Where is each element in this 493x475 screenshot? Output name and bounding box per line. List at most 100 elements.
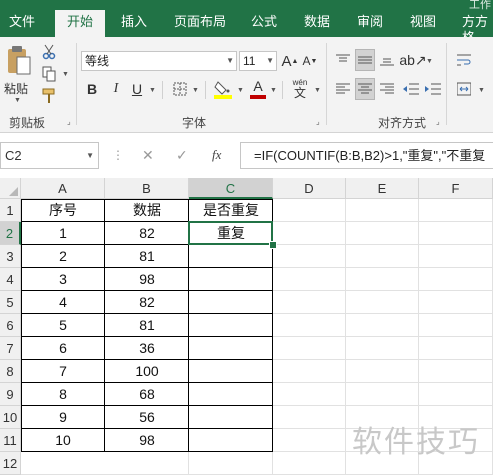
top-align-icon[interactable]: [334, 51, 352, 69]
row-header-12[interactable]: 12: [0, 452, 21, 475]
table-cell[interactable]: 68: [105, 383, 189, 406]
column-header-f[interactable]: F: [419, 178, 493, 199]
row-header-11[interactable]: 11: [0, 429, 21, 452]
clipboard-launcher-icon[interactable]: ⌟: [67, 118, 75, 126]
copy-icon[interactable]: [40, 65, 58, 83]
tab-review[interactable]: 审阅: [357, 14, 383, 30]
table-cell[interactable]: 100: [105, 360, 189, 383]
table-cell[interactable]: 98: [105, 268, 189, 291]
paste-icon[interactable]: [4, 43, 34, 79]
align-right-icon[interactable]: [378, 80, 396, 98]
cut-icon[interactable]: [40, 43, 58, 61]
tab-home[interactable]: 开始: [55, 10, 106, 37]
table-cell[interactable]: 36: [105, 337, 189, 360]
font-color-dropdown-icon[interactable]: ▼: [270, 87, 277, 94]
font-size-select[interactable]: 11 ▼: [239, 51, 277, 71]
underline-dropdown-icon[interactable]: ▼: [149, 87, 156, 94]
insert-function-icon[interactable]: fx: [212, 147, 221, 163]
align-left-icon[interactable]: [334, 80, 352, 98]
tab-page-layout[interactable]: 页面布局: [174, 14, 226, 30]
header-cell[interactable]: 是否重复: [189, 199, 273, 222]
italic-button[interactable]: I: [108, 80, 124, 98]
enter-icon[interactable]: ✓: [176, 147, 188, 164]
tab-file[interactable]: 文件: [9, 14, 35, 30]
column-header-a[interactable]: A: [21, 178, 105, 199]
bold-button[interactable]: B: [84, 80, 100, 98]
header-cell[interactable]: 数据: [105, 199, 189, 222]
table-cell[interactable]: [189, 268, 273, 291]
column-header-c[interactable]: C: [189, 178, 273, 199]
shrink-font-icon[interactable]: A ▼: [302, 51, 318, 71]
fill-color-dropdown-icon[interactable]: ▼: [237, 87, 244, 94]
merge-center-icon[interactable]: [455, 80, 473, 98]
row-header-5[interactable]: 5: [0, 291, 21, 314]
column-header-d[interactable]: D: [273, 178, 346, 199]
row-header-1[interactable]: 1: [0, 199, 21, 222]
font-launcher-icon[interactable]: ⌟: [316, 118, 324, 126]
table-cell[interactable]: 6: [21, 337, 105, 360]
orientation-dropdown-icon[interactable]: ▼: [426, 58, 433, 65]
table-cell[interactable]: [189, 337, 273, 360]
row-header-10[interactable]: 10: [0, 406, 21, 429]
row-header-4[interactable]: 4: [0, 268, 21, 291]
decrease-indent-icon[interactable]: [402, 80, 420, 98]
tab-view[interactable]: 视图: [410, 14, 436, 30]
merge-dropdown-icon[interactable]: ▼: [478, 87, 485, 94]
row-header-3[interactable]: 3: [0, 245, 21, 268]
table-cell[interactable]: 7: [21, 360, 105, 383]
header-cell[interactable]: 序号: [21, 199, 105, 222]
name-box[interactable]: C2 ▼: [0, 142, 99, 169]
font-color-icon[interactable]: A: [249, 78, 267, 100]
increase-indent-icon[interactable]: [424, 80, 442, 98]
phonetic-guide-icon[interactable]: wén 文: [289, 77, 311, 101]
borders-dropdown-icon[interactable]: ▼: [192, 87, 199, 94]
tab-data[interactable]: 数据: [304, 14, 330, 30]
table-cell[interactable]: 98: [105, 429, 189, 452]
table-cell[interactable]: 10: [21, 429, 105, 452]
alignment-launcher-icon[interactable]: ⌟: [436, 118, 444, 126]
select-all-button[interactable]: [0, 178, 21, 199]
table-cell[interactable]: 56: [105, 406, 189, 429]
table-cell[interactable]: 9: [21, 406, 105, 429]
cancel-icon[interactable]: ✕: [142, 147, 154, 164]
format-painter-icon[interactable]: [40, 87, 58, 105]
paste-dropdown-icon[interactable]: ▼: [14, 97, 21, 104]
wrap-text-icon[interactable]: [455, 51, 473, 69]
font-name-select[interactable]: 等线 ▼: [81, 51, 237, 71]
paste-label[interactable]: 粘贴: [4, 80, 28, 97]
table-cell[interactable]: [189, 406, 273, 429]
copy-dropdown-icon[interactable]: ▼: [62, 71, 69, 78]
orientation-icon[interactable]: ab↗: [399, 49, 426, 71]
formula-input[interactable]: =IF(COUNTIF(B:B,B2)>1,"重复","不重复: [240, 142, 493, 169]
column-header-b[interactable]: B: [105, 178, 189, 199]
table-cell[interactable]: [189, 360, 273, 383]
table-cell[interactable]: 3: [21, 268, 105, 291]
fill-handle[interactable]: [269, 241, 277, 249]
column-header-e[interactable]: E: [346, 178, 419, 199]
table-cell[interactable]: 82: [105, 291, 189, 314]
row-header-2[interactable]: 2: [0, 222, 21, 245]
table-cell[interactable]: 1: [21, 222, 105, 245]
table-cell[interactable]: 81: [105, 314, 189, 337]
table-cell[interactable]: 82: [105, 222, 189, 245]
phonetic-dropdown-icon[interactable]: ▼: [314, 87, 321, 94]
fill-color-icon[interactable]: [213, 78, 233, 100]
middle-align-icon[interactable]: [355, 49, 375, 71]
table-cell[interactable]: 81: [105, 245, 189, 268]
table-cell[interactable]: [189, 291, 273, 314]
table-cell[interactable]: [189, 314, 273, 337]
row-header-9[interactable]: 9: [0, 383, 21, 406]
table-cell[interactable]: [189, 429, 273, 452]
row-header-6[interactable]: 6: [0, 314, 21, 337]
table-cell[interactable]: [189, 245, 273, 268]
row-header-8[interactable]: 8: [0, 360, 21, 383]
align-center-icon[interactable]: [355, 78, 375, 100]
underline-button[interactable]: U: [129, 80, 145, 98]
table-cell[interactable]: 8: [21, 383, 105, 406]
bottom-align-icon[interactable]: [378, 51, 396, 69]
table-cell[interactable]: 5: [21, 314, 105, 337]
table-cell[interactable]: 4: [21, 291, 105, 314]
row-header-7[interactable]: 7: [0, 337, 21, 360]
tab-formulas[interactable]: 公式: [251, 14, 277, 30]
tab-insert[interactable]: 插入: [121, 14, 147, 30]
